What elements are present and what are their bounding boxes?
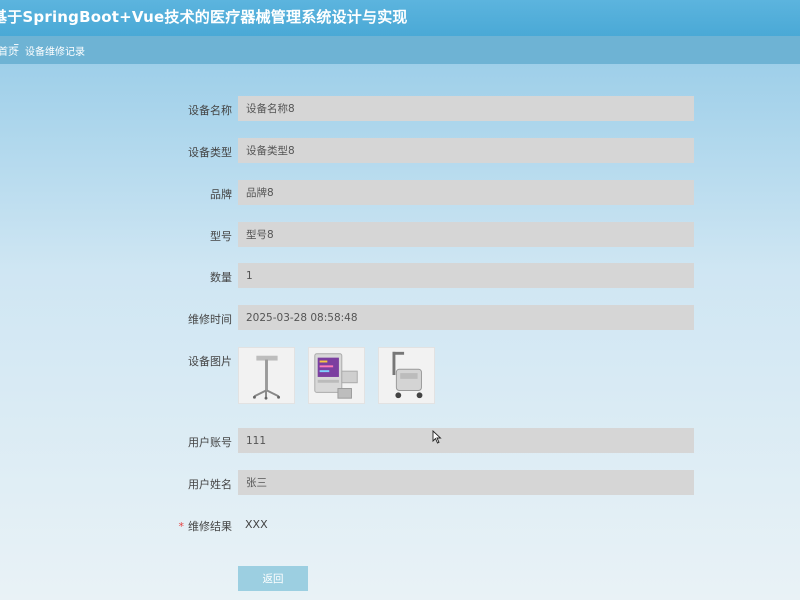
iv-stand-image[interactable] (238, 347, 295, 404)
repair-time-label: 维修时间 (188, 313, 232, 326)
device-name-field[interactable] (238, 96, 694, 121)
user-account-field[interactable] (238, 428, 694, 453)
suction-cart-image[interactable] (378, 347, 435, 404)
user-name-field[interactable] (238, 470, 694, 495)
brand-label: 品牌 (210, 188, 232, 201)
repair-time-field[interactable] (238, 305, 694, 330)
suction-cart-icon (392, 351, 423, 399)
brand-field[interactable] (238, 180, 694, 205)
device-type-field[interactable] (238, 138, 694, 163)
device-images-label: 设备图片 (188, 355, 232, 368)
repair-result-label: * 维修结果 (0, 518, 233, 534)
repair-result-value: XXX (245, 518, 268, 531)
quantity-field[interactable] (238, 263, 694, 288)
model-field[interactable] (238, 222, 694, 247)
repair-result-label-text: 维修结果 (188, 520, 232, 533)
user-account-label: 用户账号 (188, 436, 232, 449)
patient-monitor-image[interactable] (308, 347, 365, 404)
iv-stand-icon (252, 355, 281, 400)
device-name-label: 设备名称 (188, 104, 232, 117)
repair-record-form: 设备名称 设备类型 品牌 型号 数量 维修时间 设备图片 (0, 0, 800, 600)
device-type-label: 设备类型 (188, 146, 232, 159)
patient-monitor-icon (314, 353, 358, 399)
quantity-label: 数量 (210, 271, 232, 284)
user-name-label: 用户姓名 (188, 478, 232, 491)
model-label: 型号 (210, 230, 232, 243)
back-button[interactable]: 返回 (238, 566, 308, 591)
required-mark: * (178, 520, 185, 533)
mouse-cursor-icon (432, 430, 442, 444)
